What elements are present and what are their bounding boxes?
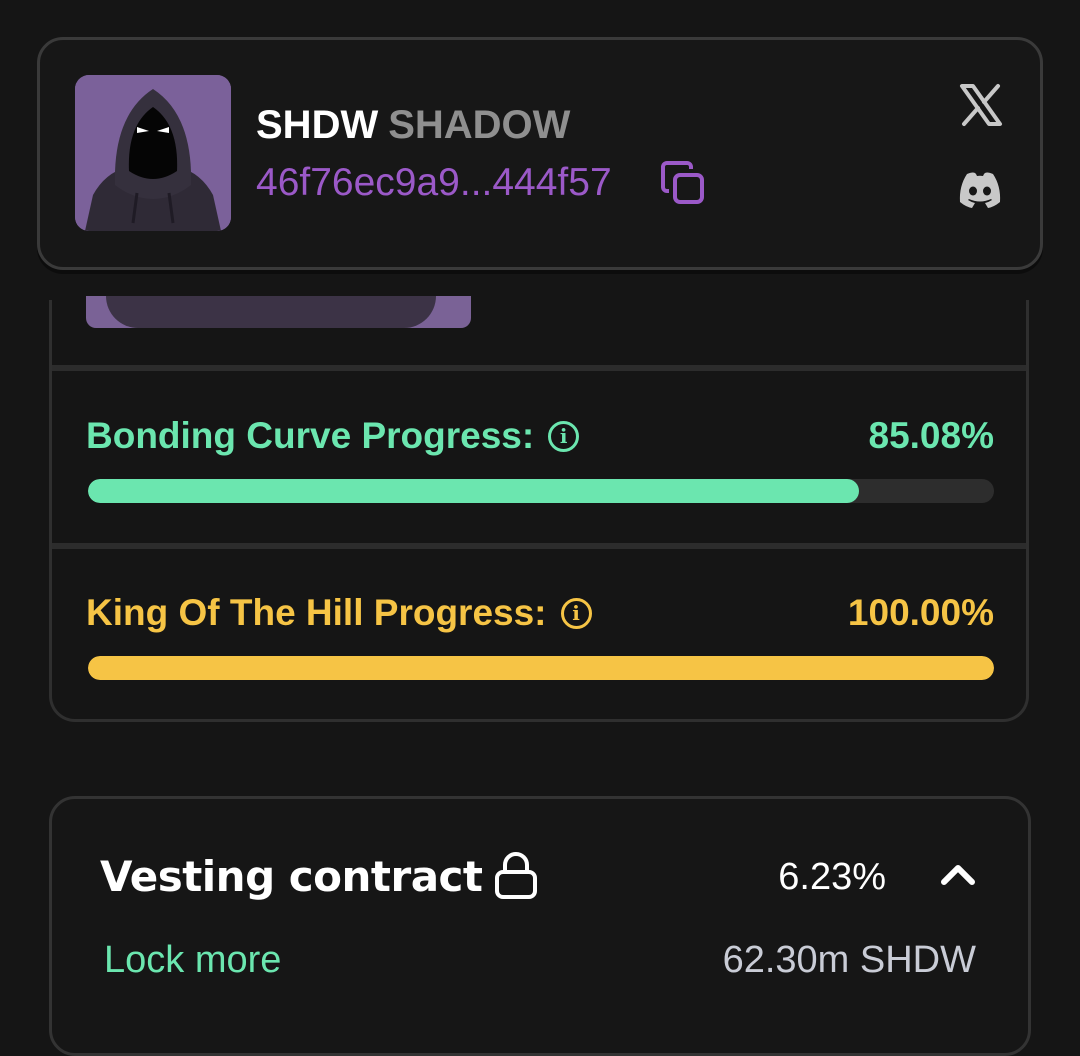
king-of-the-hill-progress: King Of The Hill Progress: i 100.00% [86, 591, 994, 683]
info-icon[interactable]: i [560, 597, 592, 629]
divider [52, 543, 1026, 549]
chevron-up-icon[interactable] [938, 860, 978, 890]
bonding-curve-label: Bonding Curve Progress: i [86, 414, 580, 458]
bonding-curve-label-text: Bonding Curve Progress: [86, 415, 535, 456]
token-avatar [75, 75, 231, 231]
divider [52, 365, 1026, 371]
bonding-curve-percent: 85.08% [868, 415, 995, 456]
king-of-the-hill-track [88, 656, 994, 680]
bonding-curve-progress: Bonding Curve Progress: i 85.08% [86, 414, 994, 506]
vesting-percent: 6.23% [778, 856, 886, 898]
king-of-the-hill-percent: 100.00% [847, 592, 994, 633]
token-ticker: SHDW SHADOW [256, 101, 570, 149]
bonding-curve-fill [88, 479, 859, 503]
vesting-title: Vesting contract [100, 852, 483, 901]
token-image-preview [86, 296, 471, 328]
token-symbol: SHDW [256, 103, 379, 147]
vesting-amount: 62.30m SHDW [722, 939, 976, 981]
king-of-the-hill-fill [88, 656, 994, 680]
info-icon[interactable]: i [548, 420, 580, 452]
vesting-card [49, 796, 1031, 1056]
king-of-the-hill-label: King Of The Hill Progress: i [86, 591, 592, 635]
lock-more-link[interactable]: Lock more [104, 937, 281, 983]
token-address: 46f76ec9a9...444f57 [256, 161, 612, 204]
discord-icon[interactable] [957, 170, 1003, 210]
king-of-the-hill-label-text: King Of The Hill Progress: [86, 592, 547, 633]
token-name: SHADOW [388, 103, 571, 147]
lock-icon [494, 852, 538, 900]
bonding-curve-track [88, 479, 994, 503]
x-twitter-icon[interactable] [958, 82, 1004, 128]
copy-icon[interactable] [660, 160, 706, 206]
